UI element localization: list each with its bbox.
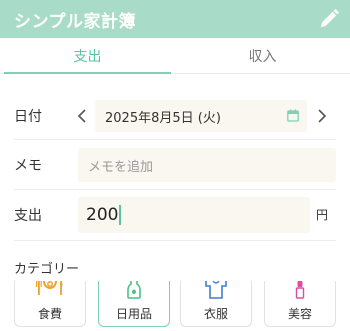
category-clothes[interactable]: 衣服 [180,281,252,327]
chevron-right-icon[interactable] [314,98,330,134]
app-title: シンプル家計簿 [14,11,136,32]
category-daily-goods[interactable]: 日用品 [98,281,170,327]
food-plate-icon [15,281,85,301]
shirt-icon [181,281,251,301]
text-caret [119,205,121,225]
app-header: シンプル家計簿 [0,0,350,38]
detergent-bottle-icon [99,281,169,301]
category-label: カテゴリー [14,262,80,277]
divider [14,189,336,190]
tab-expense-label: 支出 [73,48,102,65]
category-beauty[interactable]: 美容 [264,281,336,327]
memo-input[interactable]: メモを追加 [78,148,336,182]
divider [14,240,336,241]
category-food[interactable]: 食費 [14,281,86,327]
category-name: 日用品 [115,307,152,321]
tab-expense[interactable]: 支出 [0,38,175,74]
divider [14,139,336,140]
memo-label: メモ [14,158,42,174]
date-row: 日付 2025年8月5日 (火) [0,98,350,134]
date-label: 日付 [14,109,42,125]
pencil-icon [320,8,340,28]
calendar-icon [287,109,299,126]
chevron-left-icon[interactable] [74,98,90,134]
memo-row: メモ メモを追加 [0,148,350,182]
category-list: 食費 日用品 衣服 美容 [0,281,350,331]
category-name: 衣服 [203,307,228,321]
date-picker[interactable]: 2025年8月5日 (火) [95,100,307,132]
memo-placeholder: メモを追加 [88,159,154,175]
amount-row: 支出 200 円 [0,197,350,233]
lipstick-icon [265,281,335,301]
amount-label: 支出 [14,208,42,224]
amount-input[interactable]: 200 [78,197,310,233]
category-name: 食費 [37,307,62,321]
amount-value: 200 [86,205,119,225]
currency-unit: 円 [316,208,329,222]
category-name: 美容 [287,307,312,321]
type-tabs: 支出 収入 [0,38,350,74]
tab-income-label: 収入 [248,48,277,65]
date-value: 2025年8月5日 (火) [105,110,221,126]
tab-income[interactable]: 収入 [175,38,350,73]
edit-button[interactable] [316,6,342,32]
